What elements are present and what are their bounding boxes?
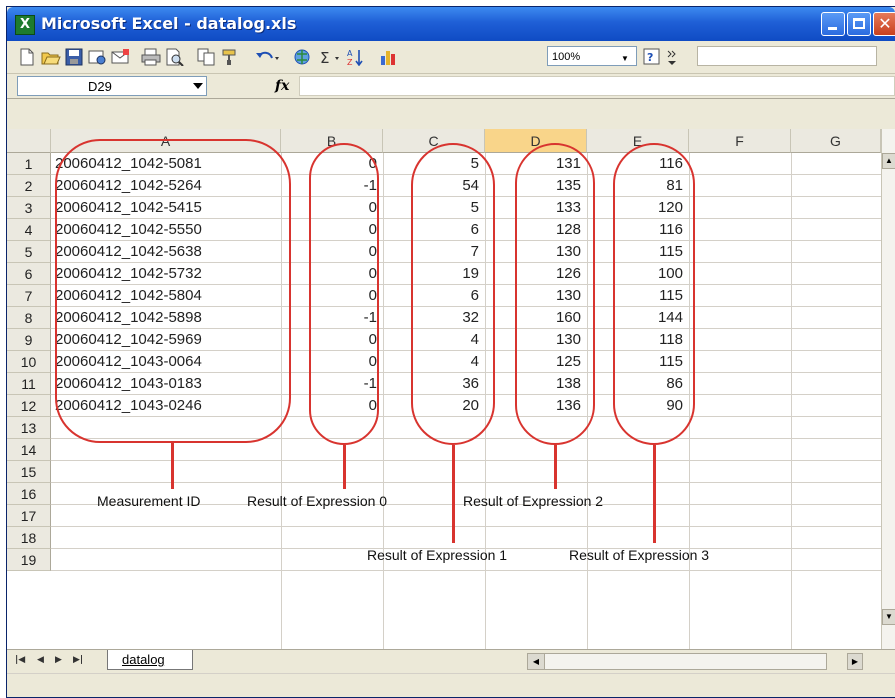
maximize-button[interactable] bbox=[847, 12, 871, 36]
previous-sheet-button[interactable]: ◀ bbox=[37, 655, 44, 665]
grid-line bbox=[51, 482, 881, 483]
row-header[interactable]: 13 bbox=[7, 417, 51, 439]
row-header[interactable]: 16 bbox=[7, 483, 51, 505]
row-header[interactable]: 5 bbox=[7, 241, 51, 263]
row-header[interactable]: 6 bbox=[7, 263, 51, 285]
new-icon[interactable] bbox=[19, 48, 35, 66]
minimize-button[interactable] bbox=[821, 12, 845, 36]
print-icon[interactable] bbox=[141, 48, 161, 66]
next-sheet-button[interactable]: ▶ bbox=[55, 655, 62, 665]
svg-text:?: ? bbox=[647, 51, 653, 64]
row-header[interactable]: 17 bbox=[7, 505, 51, 527]
expression-2-oval bbox=[515, 143, 595, 445]
annotation-expression-1: Result of Expression 1 bbox=[367, 547, 508, 563]
chart-wizard-icon[interactable] bbox=[379, 48, 399, 66]
chevron-down-icon: ▼ bbox=[621, 54, 629, 63]
expression-0-pointer bbox=[343, 445, 346, 489]
svg-text:Z: Z bbox=[347, 58, 353, 66]
svg-text:A: A bbox=[347, 49, 353, 58]
sheet-tab-bar: |◀ ◀ ▶ ▶| datalog ◀ ▶ bbox=[7, 649, 895, 674]
expression-0-oval bbox=[309, 143, 379, 445]
formula-bar: D29 fx bbox=[7, 74, 895, 99]
excel-window: X Microsoft Excel - datalog.xls ✕ Σ A Z … bbox=[6, 6, 895, 698]
name-box[interactable]: D29 bbox=[17, 76, 207, 96]
print-preview-icon[interactable] bbox=[165, 48, 185, 66]
scroll-down-button[interactable]: ▼ bbox=[882, 609, 895, 625]
excel-app-icon[interactable]: X bbox=[15, 15, 35, 35]
toolbar-options-icon[interactable] bbox=[667, 48, 677, 66]
grid-line bbox=[51, 570, 881, 571]
save-icon[interactable] bbox=[65, 48, 83, 66]
format-painter-icon[interactable] bbox=[221, 48, 241, 66]
expression-2-pointer bbox=[554, 445, 557, 489]
close-button[interactable]: ✕ bbox=[873, 12, 895, 36]
row-header[interactable]: 3 bbox=[7, 197, 51, 219]
window-title: Microsoft Excel - datalog.xls bbox=[41, 14, 297, 33]
scroll-right-button[interactable]: ▶ bbox=[847, 653, 863, 670]
expression-1-oval bbox=[411, 143, 495, 445]
worksheet-grid[interactable]: A B C D E F G 1 2 3 4 5 6 7 8 9 10 11 12 13 14 15 16 17 1… bbox=[7, 129, 895, 649]
insert-function-icon[interactable]: fx bbox=[275, 78, 289, 94]
maximize-icon bbox=[853, 18, 865, 29]
expression-3-oval bbox=[613, 143, 695, 445]
undo-icon[interactable] bbox=[255, 48, 279, 66]
grid-line bbox=[791, 153, 792, 649]
row-header[interactable]: 19 bbox=[7, 549, 51, 571]
row-header[interactable]: 11 bbox=[7, 373, 51, 395]
column-header-g[interactable]: G bbox=[791, 129, 881, 153]
row-header[interactable]: 8 bbox=[7, 307, 51, 329]
email-icon[interactable] bbox=[111, 48, 131, 66]
last-sheet-button[interactable]: ▶| bbox=[73, 655, 83, 665]
scroll-up-button[interactable]: ▲ bbox=[882, 153, 895, 169]
expression-1-pointer bbox=[452, 445, 455, 543]
permission-icon[interactable] bbox=[87, 48, 107, 66]
autosum-icon[interactable]: Σ bbox=[319, 48, 345, 66]
font-box[interactable] bbox=[697, 46, 877, 66]
row-header[interactable]: 14 bbox=[7, 439, 51, 461]
standard-toolbar: Σ AZ 100% ▼ ? bbox=[7, 41, 895, 74]
insert-hyperlink-icon[interactable] bbox=[293, 48, 313, 66]
close-icon: ✕ bbox=[878, 14, 892, 33]
select-all-corner[interactable] bbox=[7, 129, 51, 153]
grid-line bbox=[51, 526, 881, 527]
title-bar[interactable]: X Microsoft Excel - datalog.xls ✕ bbox=[7, 7, 895, 41]
vertical-scrollbar[interactable]: ▲ ▼ bbox=[881, 129, 895, 649]
open-icon[interactable] bbox=[41, 48, 61, 66]
measurement-id-oval bbox=[55, 139, 291, 443]
svg-text:Σ: Σ bbox=[320, 49, 329, 66]
horizontal-scrollbar[interactable]: ◀ bbox=[527, 653, 827, 670]
first-sheet-button[interactable]: |◀ bbox=[15, 655, 25, 665]
status-bar bbox=[7, 673, 895, 697]
sort-ascending-icon[interactable]: AZ bbox=[347, 48, 367, 66]
row-header[interactable]: 4 bbox=[7, 219, 51, 241]
chevron-down-icon[interactable] bbox=[193, 83, 203, 89]
scroll-left-button[interactable]: ◀ bbox=[528, 654, 545, 669]
annotation-measurement-id: Measurement ID bbox=[97, 493, 201, 509]
sheet-tab-datalog[interactable]: datalog bbox=[107, 650, 193, 670]
column-header-f[interactable]: F bbox=[689, 129, 791, 153]
row-header[interactable]: 15 bbox=[7, 461, 51, 483]
annotation-expression-2: Result of Expression 2 bbox=[463, 493, 604, 509]
row-header[interactable]: 9 bbox=[7, 329, 51, 351]
row-header[interactable]: 10 bbox=[7, 351, 51, 373]
grid-line bbox=[51, 460, 881, 461]
row-header[interactable]: 12 bbox=[7, 395, 51, 417]
row-header[interactable]: 18 bbox=[7, 527, 51, 549]
row-header[interactable]: 7 bbox=[7, 285, 51, 307]
expression-3-pointer bbox=[653, 445, 656, 543]
row-header[interactable]: 2 bbox=[7, 175, 51, 197]
help-icon[interactable]: ? bbox=[643, 48, 663, 66]
row-header[interactable]: 1 bbox=[7, 153, 51, 175]
annotation-expression-0: Result of Expression 0 bbox=[247, 493, 388, 509]
minimize-icon bbox=[828, 27, 837, 30]
copy-icon[interactable] bbox=[197, 48, 217, 66]
annotation-expression-3: Result of Expression 3 bbox=[569, 547, 710, 563]
measurement-id-pointer bbox=[171, 443, 174, 489]
formula-input[interactable] bbox=[299, 76, 895, 96]
